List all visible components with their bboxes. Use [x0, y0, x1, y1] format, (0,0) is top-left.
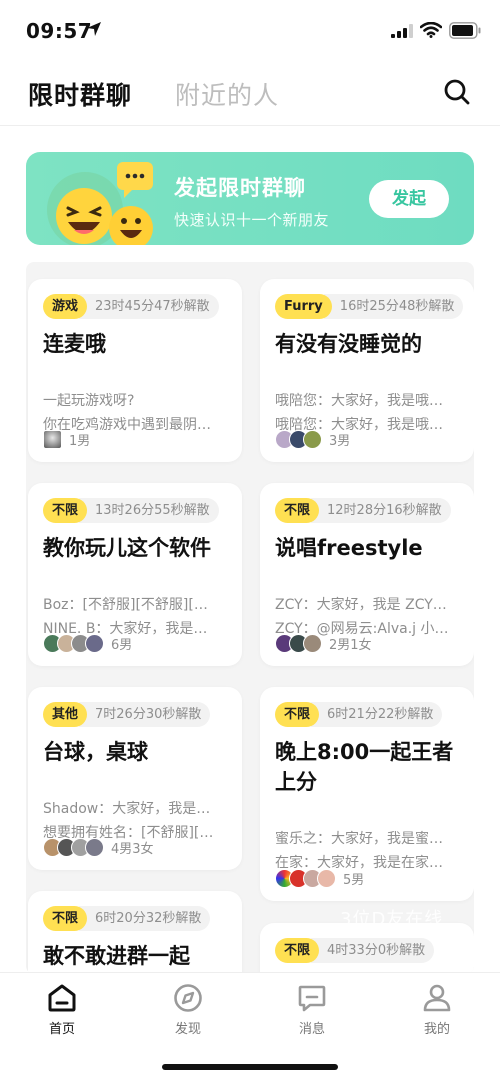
- online-count-overlay: 3位D友在线: [340, 909, 444, 930]
- member-summary: 1男: [43, 429, 90, 449]
- banner-title: 发起限时群聊: [174, 176, 306, 200]
- category-tag: 不限: [43, 497, 88, 523]
- avatar: [303, 429, 322, 449]
- group-card[interactable]: 其他 7时26分30秒解散 台球，桌球 Shadow：大家好，我是… 想要拥有姓…: [28, 687, 242, 870]
- member-count: 4男3女: [111, 841, 154, 857]
- member-count: 2男1女: [329, 637, 372, 653]
- battery-icon: [449, 22, 481, 39]
- home-icon: [48, 984, 76, 1012]
- card-tag-row: 不限 6时21分22秒解散: [275, 701, 443, 727]
- card-tag-row: 不限 12时28分16秒解散: [275, 497, 451, 523]
- message-icon: [298, 985, 326, 1012]
- tab-nearby-people[interactable]: 附近的人: [175, 76, 279, 112]
- group-card[interactable]: 不限 6时21分22秒解散 晚上8:00一起王者上分 蜜乐之：大家好，我是蜜… …: [260, 687, 474, 901]
- card-message: 一起玩游戏呀?: [43, 393, 135, 409]
- category-tag: 不限: [43, 905, 88, 931]
- countdown-timer: 6时20分32秒解散: [79, 905, 211, 931]
- card-message: ZCY：大家好，我是 ZCY…: [275, 597, 447, 613]
- tab-home-label: 首页: [48, 1022, 75, 1037]
- member-count: 3男: [329, 433, 351, 449]
- card-title: 有没有没睡觉的: [275, 332, 422, 356]
- member-count: 5男: [343, 872, 365, 888]
- avatar: [85, 837, 104, 857]
- tab-timed-group-chat[interactable]: 限时群聊: [28, 76, 132, 112]
- card-tag-row: 不限 13时26分55秒解散: [43, 497, 219, 523]
- tab-discover[interactable]: 发现: [148, 981, 228, 1037]
- category-tag: 不限: [275, 497, 320, 523]
- member-summary: 2男1女: [275, 633, 372, 653]
- member-summary: 5男: [275, 868, 364, 888]
- countdown-timer: 7时26分30秒解散: [79, 701, 211, 727]
- category-tag: 不限: [275, 937, 320, 963]
- location-arrow-icon: [87, 22, 101, 36]
- countdown-timer: 13时26分55秒解散: [79, 497, 219, 523]
- cellular-signal-icon: [391, 24, 413, 38]
- emoji-faces-illustration: [47, 162, 153, 245]
- card-tag-row: 不限 6时20分32秒解散: [43, 905, 211, 931]
- tab-me[interactable]: 我的: [397, 981, 477, 1037]
- group-card[interactable]: 不限 13时26分55秒解散 教你玩儿这个软件 Boz：[不舒服][不舒服][……: [28, 483, 242, 666]
- tab-messages[interactable]: 消息: [272, 981, 352, 1037]
- countdown-timer: 6时21分22秒解散: [311, 701, 443, 727]
- group-chat-feed: 游戏 23时45分47秒解散 连麦哦 一起玩游戏呀? 你在吃鸡游戏中遇到最阴… …: [26, 262, 474, 974]
- category-tag: Furry: [275, 293, 332, 319]
- card-tag-row: 游戏 23时45分47秒解散: [43, 293, 219, 319]
- card-message: Shadow：大家好，我是…: [43, 801, 211, 817]
- countdown-timer: 16时25分48秒解散: [323, 293, 464, 319]
- start-group-chat-banner[interactable]: 发起限时群聊 快速认识十一个新朋友 发起: [26, 152, 474, 245]
- member-summary: 6男: [43, 633, 132, 653]
- category-tag: 游戏: [43, 293, 88, 319]
- card-tag-row: 不限 4时33分0秒解散: [275, 937, 435, 963]
- compass-icon: [174, 984, 202, 1012]
- avatar: [85, 633, 104, 653]
- card-tag-row: 其他 7时26分30秒解散: [43, 701, 211, 727]
- avatar: [303, 633, 322, 653]
- person-icon: [423, 984, 451, 1012]
- countdown-timer: 12时28分16秒解散: [311, 497, 451, 523]
- search-icon[interactable]: [443, 78, 471, 106]
- group-card[interactable]: Furry 16时25分48秒解散 有没有没睡觉的 哦陪您：大家好，我是哦… 哦…: [260, 279, 474, 462]
- card-title: 台球，桌球: [43, 740, 148, 764]
- wifi-icon: [420, 22, 442, 38]
- card-title: 敢不敢进群一起: [43, 944, 190, 968]
- tab-me-label: 我的: [423, 1022, 450, 1037]
- top-nav: 限时群聊 附近的人: [0, 60, 500, 126]
- category-tag: 不限: [275, 701, 320, 727]
- card-title: 晚上8:00一起王者上分: [275, 740, 454, 794]
- card-title: 说唱freestyle: [275, 536, 423, 560]
- start-button[interactable]: 发起: [369, 180, 449, 218]
- member-count: 1男: [69, 433, 91, 449]
- group-card[interactable]: 游戏 23时45分47秒解散 连麦哦 一起玩游戏呀? 你在吃鸡游戏中遇到最阴… …: [28, 279, 242, 462]
- avatar: [43, 429, 62, 449]
- member-count: 6男: [111, 637, 133, 653]
- status-bar: 09:57: [0, 0, 500, 60]
- countdown-timer: 4时33分0秒解散: [311, 937, 435, 963]
- card-tag-row: Furry 16时25分48秒解散: [275, 293, 464, 319]
- countdown-timer: 23时45分47秒解散: [79, 293, 219, 319]
- card-title: 教你玩儿这个软件: [43, 536, 211, 560]
- card-message: Boz：[不舒服][不舒服][…: [43, 597, 208, 613]
- tab-home[interactable]: 首页: [22, 981, 102, 1037]
- member-summary: 4男3女: [43, 837, 154, 857]
- member-summary: 3男: [275, 429, 350, 449]
- card-title: 连麦哦: [43, 332, 106, 356]
- tab-messages-label: 消息: [298, 1022, 325, 1037]
- banner-subtitle: 快速认识十一个新朋友: [174, 211, 330, 229]
- home-indicator[interactable]: [162, 1064, 338, 1070]
- group-card[interactable]: 不限 12时28分16秒解散 说唱freestyle ZCY：大家好，我是 ZC…: [260, 483, 474, 666]
- status-time: 09:57: [26, 19, 93, 43]
- category-tag: 其他: [43, 701, 88, 727]
- tab-discover-label: 发现: [174, 1022, 201, 1037]
- avatar: [317, 868, 336, 888]
- card-message: 蜜乐之：大家好，我是蜜…: [275, 831, 443, 847]
- card-message: 哦陪您：大家好，我是哦…: [275, 393, 443, 409]
- group-card[interactable]: 不限 6时20分32秒解散 敢不敢进群一起: [28, 891, 242, 974]
